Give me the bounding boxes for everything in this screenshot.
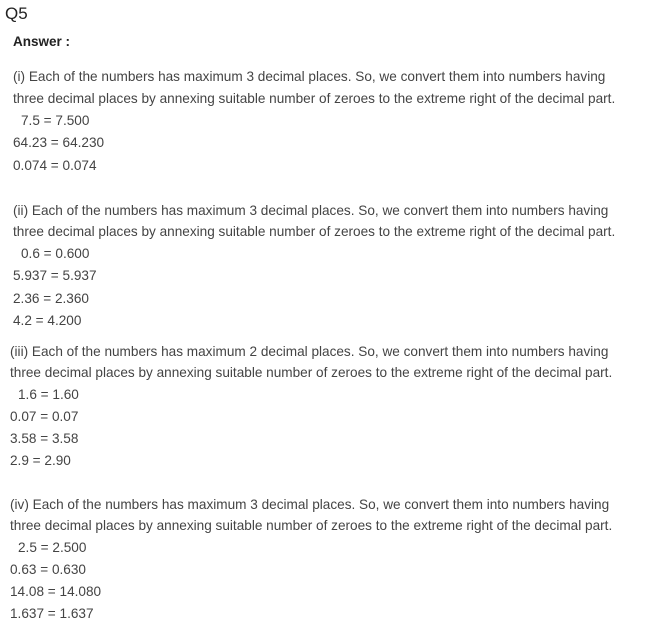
section-iv-intro-line-2: three decimal places by annexing suitabl…	[10, 518, 613, 533]
section-iii-intro-line-1: (iii) Each of the numbers has maximum 2 …	[10, 344, 609, 359]
section-iii-equation-1: 1.6 = 1.60	[18, 387, 79, 402]
section-ii-intro-line-1: (ii) Each of the numbers has maximum 3 d…	[13, 203, 609, 218]
answer-heading: Answer :	[13, 34, 71, 49]
section-i-intro-line-1: (i) Each of the numbers has maximum 3 de…	[13, 69, 606, 84]
section-iv-equation-4: 1.637 = 1.637	[10, 606, 94, 621]
section-iv-intro-line-1: (iv) Each of the numbers has maximum 3 d…	[10, 497, 610, 512]
section-iv-equation-1: 2.5 = 2.500	[18, 540, 87, 555]
section-iii-equation-4: 2.9 = 2.90	[10, 453, 71, 468]
section-ii-intro-line-2: three decimal places by annexing suitabl…	[13, 224, 616, 239]
section-ii-equation-3: 2.36 = 2.360	[13, 291, 89, 306]
section-iv-equation-3: 14.08 = 14.080	[10, 584, 102, 599]
section-iii-equation-3: 3.58 = 3.58	[10, 431, 79, 446]
section-iii-intro-line-2: three decimal places by annexing suitabl…	[10, 365, 613, 380]
section-i-equation-2: 64.23 = 64.230	[13, 135, 105, 150]
section-iv-equation-2: 0.63 = 0.630	[10, 562, 86, 577]
question-number: Q5	[5, 4, 28, 23]
section-ii-equation-2: 5.937 = 5.937	[13, 268, 97, 283]
section-i-equation-1: 7.5 = 7.500	[21, 113, 90, 128]
section-i-equation-3: 0.074 = 0.074	[13, 158, 97, 173]
section-iii-equation-2: 0.07 = 0.07	[10, 409, 79, 424]
section-i-intro-line-2: three decimal places by annexing suitabl…	[13, 91, 616, 106]
section-ii-equation-4: 4.2 = 4.200	[13, 313, 82, 328]
section-ii-equation-1: 0.6 = 0.600	[21, 246, 90, 261]
